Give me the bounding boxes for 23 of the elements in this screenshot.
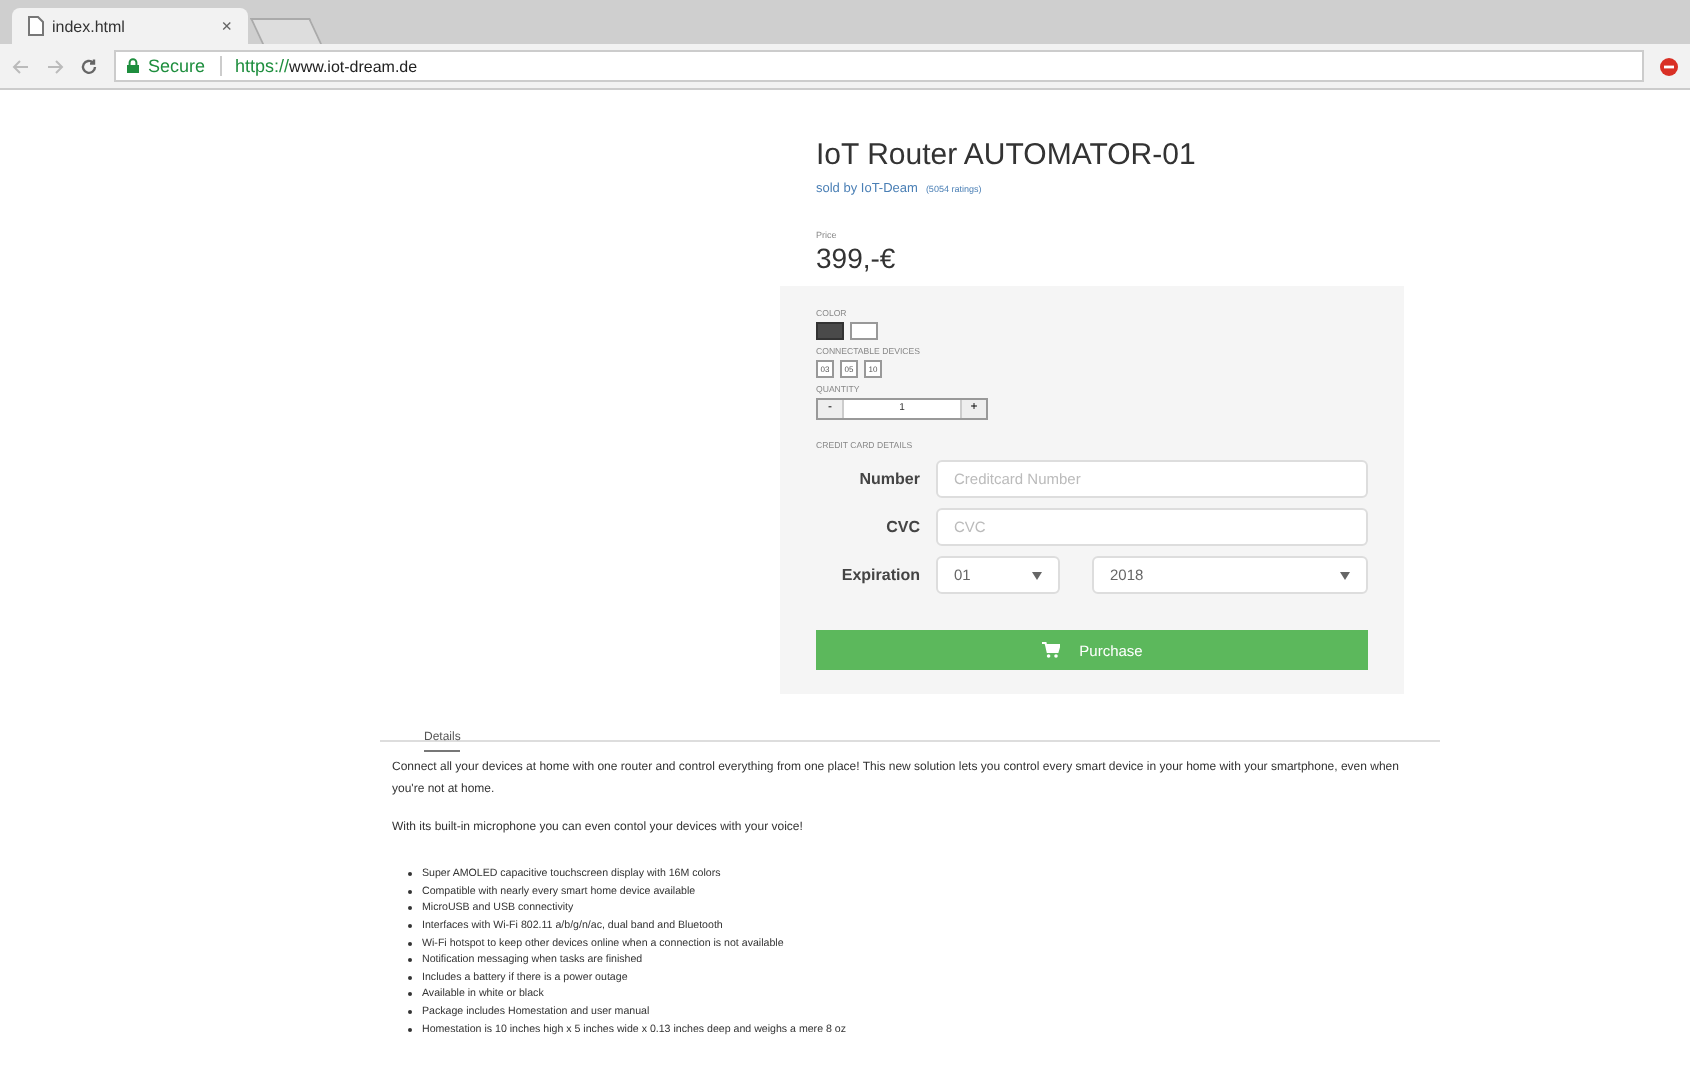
- number-label: Number: [857, 470, 920, 488]
- browser-tab[interactable]: index.html ×: [12, 8, 248, 44]
- tab-title: index.html: [52, 17, 127, 35]
- back-icon[interactable]: [12, 57, 30, 75]
- close-icon[interactable]: ×: [221, 16, 232, 36]
- secure-label: Secure: [148, 56, 206, 76]
- product-title: IoT Router AUTOMATOR-01: [814, 138, 1198, 172]
- cvc-label: CVC: [884, 518, 920, 536]
- color-swatch[interactable]: [816, 322, 844, 340]
- caret-icon: [1032, 571, 1042, 579]
- url-text: https://www.iot-dream.de: [235, 56, 418, 76]
- reload-icon[interactable]: [80, 57, 98, 75]
- lock-icon: [126, 58, 140, 74]
- forward-icon[interactable]: [46, 57, 64, 75]
- expiration-label: Expiration: [839, 566, 920, 584]
- stop-icon[interactable]: [1660, 57, 1678, 75]
- document-icon: [28, 16, 44, 36]
- color-swatch[interactable]: [850, 322, 878, 340]
- address-bar[interactable]: Secure https://www.iot-dream.de: [114, 50, 1644, 82]
- new-tab-button[interactable]: [249, 18, 323, 44]
- price: 399,-€: [814, 242, 898, 274]
- caret-icon: [1340, 571, 1350, 579]
- cart-icon: [1041, 642, 1060, 658]
